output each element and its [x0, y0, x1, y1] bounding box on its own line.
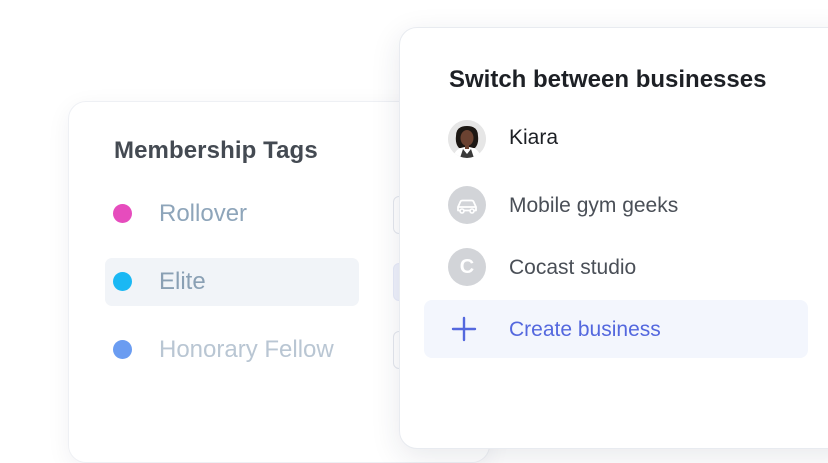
tag-color-dot [113, 204, 132, 223]
car-icon [457, 199, 477, 214]
create-business-button[interactable]: Create business [424, 300, 808, 358]
tag-item-honorary-fellow[interactable]: Honorary Fellow [105, 326, 359, 374]
business-item-mobile-gym-geeks[interactable]: Mobile gym geeks [424, 176, 808, 234]
create-business-label: Create business [509, 318, 661, 341]
tag-color-dot [113, 272, 132, 291]
business-label: Mobile gym geeks [509, 194, 679, 217]
business-avatar [448, 186, 486, 224]
business-switcher-panel: Switch between businesses Kiara Mobile g… [399, 27, 828, 449]
tag-label: Elite [159, 268, 206, 295]
tag-label: Rollover [159, 200, 248, 227]
profile-photo-avatar [448, 120, 486, 158]
business-item-kiara[interactable]: Kiara [424, 110, 808, 168]
business-item-cocast-studio[interactable]: C Cocast studio [424, 238, 808, 296]
tag-label: Honorary Fellow [159, 336, 334, 363]
plus-icon [451, 316, 477, 342]
business-avatar: C [448, 248, 486, 286]
tag-color-dot [113, 340, 132, 359]
business-switcher-title: Switch between businesses [449, 66, 767, 93]
profile-photo-icon [448, 120, 486, 158]
tag-item-rollover[interactable]: Rollover [105, 190, 359, 238]
avatar-letter: C [459, 256, 475, 278]
business-label: Cocast studio [509, 256, 637, 279]
tag-item-elite[interactable]: Elite [105, 258, 359, 306]
business-label: Kiara [509, 126, 559, 149]
membership-tags-title: Membership Tags [114, 137, 318, 164]
